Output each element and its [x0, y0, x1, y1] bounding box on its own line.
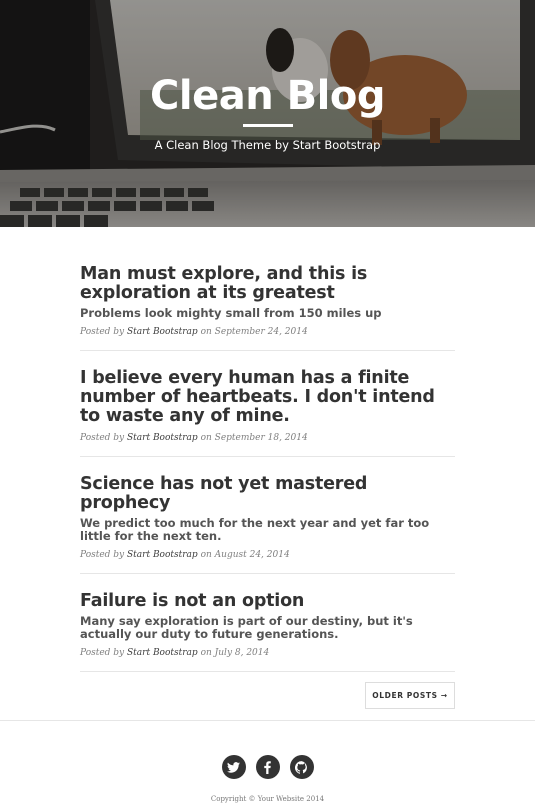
post-title[interactable]: Science has not yet mastered prophecy: [80, 475, 455, 513]
post-subtitle[interactable]: We predict too much for the next year an…: [80, 517, 455, 543]
post-meta: Posted by Start Bootstrap on July 8, 201…: [80, 647, 455, 659]
masthead-content: Clean Blog A Clean Blog Theme by Start B…: [0, 70, 535, 153]
post-link[interactable]: I believe every human has a finite numbe…: [80, 369, 455, 426]
posted-by-label: Posted by: [80, 327, 125, 337]
facebook-icon: [264, 760, 271, 774]
on-label: on: [200, 433, 212, 443]
post-author-link[interactable]: Start Bootstrap: [127, 550, 198, 560]
facebook-button[interactable]: [255, 755, 280, 779]
title-divider: [242, 124, 293, 127]
post-meta: Posted by Start Bootstrap on August 24, …: [80, 549, 455, 561]
post-link[interactable]: Man must explore, and this is exploratio…: [80, 265, 455, 320]
post-preview: Failure is not an option Many say explor…: [80, 592, 455, 672]
post-title[interactable]: Failure is not an option: [80, 592, 455, 611]
post-preview: Science has not yet mastered prophecy We…: [80, 475, 455, 574]
twitter-button[interactable]: [221, 755, 246, 779]
on-label: on: [200, 648, 212, 658]
pager: OLDER POSTS →: [80, 682, 455, 710]
post-preview: Man must explore, and this is exploratio…: [80, 265, 455, 351]
post-link[interactable]: Science has not yet mastered prophecy We…: [80, 475, 455, 543]
post-subtitle[interactable]: Many say exploration is part of our dest…: [80, 615, 455, 641]
github-icon: [295, 760, 307, 774]
post-date: September 18, 2014: [214, 433, 308, 443]
copyright: Copyright © Your Website 2014: [210, 795, 325, 803]
posted-by-label: Posted by: [80, 648, 125, 658]
site-subtitle: A Clean Blog Theme by Start Bootstrap: [154, 138, 381, 152]
post-subtitle[interactable]: Problems look mighty small from 150 mile…: [80, 307, 455, 320]
site-title[interactable]: Clean Blog: [0, 70, 535, 122]
on-label: on: [200, 550, 212, 560]
post-author-link[interactable]: Start Bootstrap: [127, 327, 198, 337]
masthead: Clean Blog A Clean Blog Theme by Start B…: [0, 0, 535, 227]
on-label: on: [200, 327, 212, 337]
post-link[interactable]: Failure is not an option Many say explor…: [80, 592, 455, 641]
post-date: September 24, 2014: [214, 327, 308, 337]
posted-by-label: Posted by: [80, 550, 125, 560]
post-title[interactable]: Man must explore, and this is exploratio…: [80, 265, 455, 303]
post-title[interactable]: I believe every human has a finite numbe…: [80, 369, 455, 426]
older-posts-button[interactable]: OLDER POSTS →: [365, 682, 455, 709]
post-date: August 24, 2014: [214, 550, 290, 560]
post-preview: I believe every human has a finite numbe…: [80, 369, 455, 457]
post-meta: Posted by Start Bootstrap on September 1…: [80, 432, 455, 444]
social-links: [0, 755, 535, 779]
post-date: July 8, 2014: [214, 648, 270, 658]
post-meta: Posted by Start Bootstrap on September 2…: [80, 326, 455, 338]
posted-by-label: Posted by: [80, 433, 125, 443]
post-author-link[interactable]: Start Bootstrap: [127, 433, 198, 443]
footer: Copyright © Your Website 2014: [0, 721, 535, 803]
twitter-icon: [227, 761, 240, 773]
post-author-link[interactable]: Start Bootstrap: [127, 648, 198, 658]
github-button[interactable]: [289, 755, 314, 779]
post-list: Man must explore, and this is exploratio…: [80, 227, 455, 672]
